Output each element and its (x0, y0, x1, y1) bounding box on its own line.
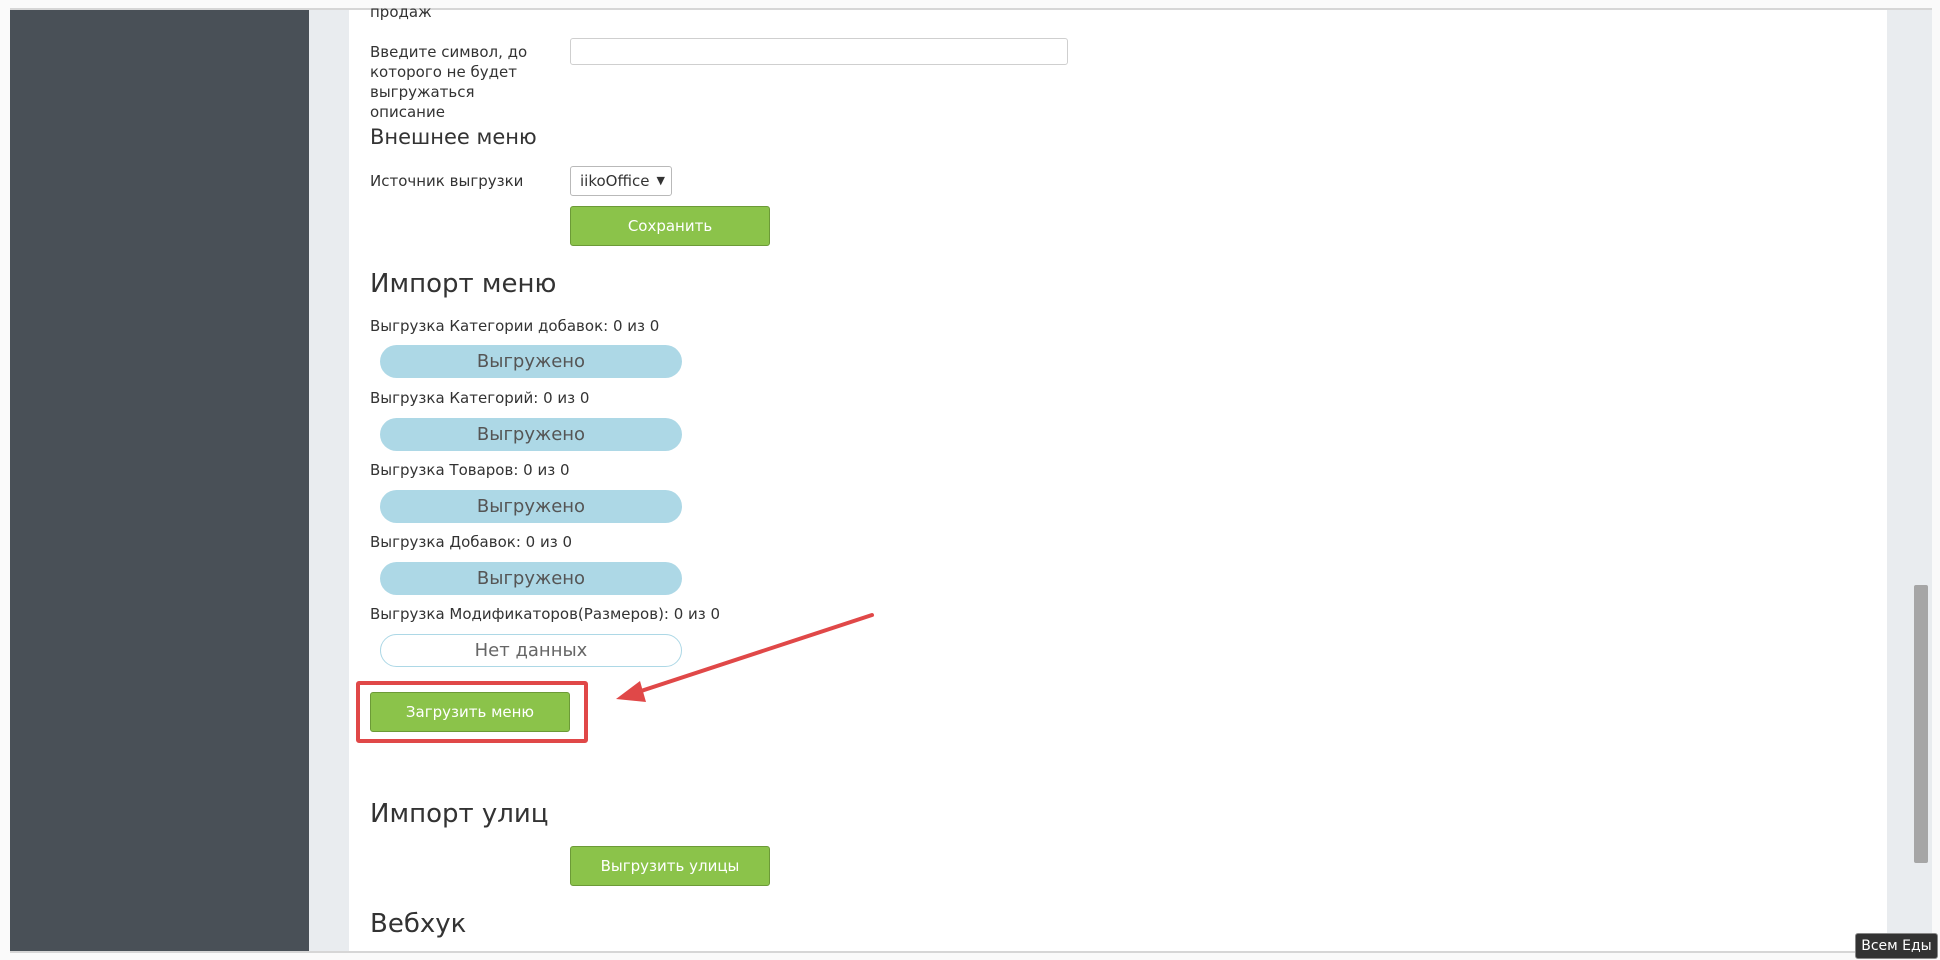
import-streets-heading: Импорт улиц (370, 799, 549, 829)
webhook-heading: Вебхук (370, 909, 467, 939)
frame-border-bottom (10, 951, 1932, 953)
export-streets-button[interactable]: Выгрузить улицы (570, 846, 770, 886)
annotation-arrow (616, 613, 874, 702)
tooltip: Всем Еды (1855, 933, 1938, 959)
scrollbar-thumb[interactable] (1914, 585, 1928, 863)
